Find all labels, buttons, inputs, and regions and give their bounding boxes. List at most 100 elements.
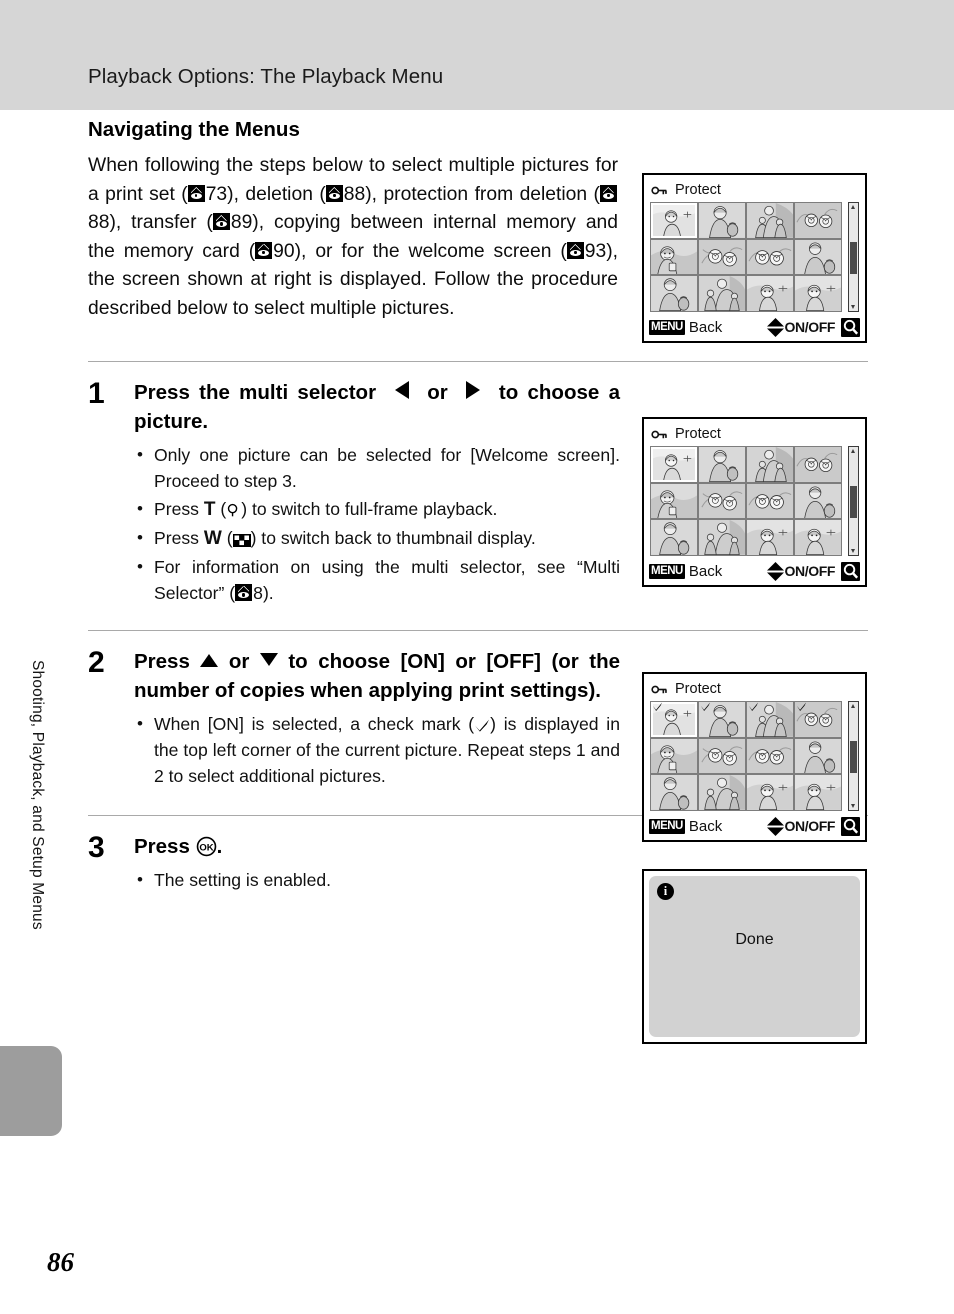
thumbnail-4[interactable] (651, 239, 697, 275)
step-1-body: Press the multi selector or to choose a … (134, 378, 620, 608)
thumbnail-2[interactable] (747, 702, 793, 737)
menu-button-badge[interactable]: MENU (649, 818, 685, 834)
thumbnail-11[interactable] (795, 520, 841, 555)
page-ref-icon (187, 184, 205, 202)
thumbnail-8[interactable] (651, 276, 697, 311)
intro-text-6: ), or for the welcome screen ( (294, 240, 567, 262)
intro-text-2: ), deletion ( (227, 183, 326, 205)
page-header-band (0, 0, 954, 110)
arrow-right-icon (466, 381, 481, 399)
magnifier-button-badge[interactable] (841, 317, 860, 337)
thumbnail-grid-icon (232, 534, 251, 547)
menu-button-badge[interactable]: MENU (649, 319, 685, 335)
updown-arrows-icon (766, 561, 784, 581)
scroll-down-arrow-icon[interactable] (851, 804, 855, 808)
thumbnail-7[interactable] (795, 239, 841, 275)
thumbnail-8[interactable] (651, 520, 697, 555)
scrollbar-thumb[interactable] (850, 485, 857, 519)
thumbnail-4[interactable] (651, 483, 697, 519)
thumbnail-9[interactable] (699, 520, 745, 555)
thumbnail-10[interactable] (747, 276, 793, 311)
step-2-bullets: When [ON] is selected, a check mark () i… (134, 711, 620, 789)
thumbnail-0[interactable] (651, 203, 697, 238)
svg-text:OK: OK (199, 842, 213, 853)
thumbnail-9[interactable] (699, 775, 745, 810)
thumbnail-5[interactable] (699, 483, 745, 519)
scroll-up-arrow-icon[interactable] (851, 449, 855, 453)
screen-2-title: Protect (675, 426, 721, 442)
thumbnail-5[interactable] (699, 239, 745, 275)
thumbnail-2[interactable] (747, 203, 793, 238)
thumbnail-3[interactable] (795, 447, 841, 482)
scroll-up-arrow-icon[interactable] (851, 704, 855, 708)
thumbnail-6[interactable] (747, 483, 793, 519)
screen-3-scrollbar[interactable] (848, 701, 859, 811)
key-icon (651, 186, 667, 194)
menu-button-badge[interactable]: MENU (649, 563, 685, 579)
magnifier-button-badge[interactable] (841, 816, 860, 836)
thumbnail-0[interactable] (651, 702, 697, 737)
protect-screen-2: Protect MENU Back ON/OFF (642, 417, 867, 587)
scrollbar-thumb[interactable] (850, 241, 857, 275)
thumbnail-7[interactable] (795, 483, 841, 519)
thumbnail-6[interactable] (747, 738, 793, 774)
intro-text-3: ), protection from deletion ( (365, 183, 600, 205)
scroll-down-arrow-icon[interactable] (851, 305, 855, 309)
step-3-title-b: . (216, 835, 223, 858)
step-1-bullet-4: For information on using the multi selec… (134, 554, 620, 606)
step-1-title-a: Press the multi selector (134, 381, 377, 404)
step-2-title-a: Press (134, 650, 190, 673)
screen-1-thumbnail-grid[interactable] (650, 202, 842, 312)
thumbnail-10[interactable] (747, 775, 793, 810)
back-label: Back (688, 817, 723, 835)
screen-3-title-row: Protect (651, 679, 721, 699)
back-label: Back (688, 318, 723, 336)
thumbnail-5[interactable] (699, 738, 745, 774)
screen-2-thumbnail-grid[interactable] (650, 446, 842, 556)
check-mark-icon (652, 702, 663, 711)
step-1-b4-ref: 8 (253, 583, 263, 603)
screen-3-title: Protect (675, 681, 721, 697)
onoff-label: ON/OFF (784, 563, 836, 579)
arrow-down-icon (259, 653, 278, 666)
thumbnail-7[interactable] (795, 738, 841, 774)
thumbnail-8[interactable] (651, 775, 697, 810)
magnifier-icon (228, 503, 238, 517)
section-tab-marker (0, 1046, 62, 1136)
scroll-down-arrow-icon[interactable] (851, 549, 855, 553)
thumbnail-1[interactable] (699, 447, 745, 482)
thumbnail-3[interactable] (795, 702, 841, 737)
intro-ref-6: 93 (584, 240, 607, 262)
scrollbar-thumb[interactable] (850, 740, 857, 774)
check-mark-icon (475, 719, 490, 732)
info-icon: i (657, 883, 674, 900)
thumbnail-11[interactable] (795, 276, 841, 311)
section-vertical-label: Shooting, Playback, and Setup Menus (29, 660, 46, 930)
thumbnail-9[interactable] (699, 276, 745, 311)
scroll-up-arrow-icon[interactable] (851, 205, 855, 209)
intro-ref-5: 90 (273, 240, 295, 262)
intro-paragraph-block: When following the steps below to select… (88, 152, 618, 323)
thumbnail-4[interactable] (651, 738, 697, 774)
screen-1-scrollbar[interactable] (848, 202, 859, 312)
thumbnail-2[interactable] (747, 447, 793, 482)
thumbnail-11[interactable] (795, 775, 841, 810)
back-label: Back (688, 562, 723, 580)
thumbnail-1[interactable] (699, 203, 745, 238)
thumbnail-6[interactable] (747, 239, 793, 275)
screen-2-scrollbar[interactable] (848, 446, 859, 556)
magnifier-button-badge[interactable] (841, 561, 860, 581)
screen-3-thumbnail-grid[interactable] (650, 701, 842, 811)
page-ref-icon (212, 213, 230, 230)
step-2-b1-pre: When [ON] is selected, a check mark ( (154, 714, 475, 734)
check-mark-icon (700, 702, 711, 711)
step-2-title: Press or to choose [ON] or [OFF] (or the… (134, 647, 620, 705)
step-2-bullet-1: When [ON] is selected, a check mark () i… (134, 711, 620, 789)
thumbnail-0[interactable] (651, 447, 697, 482)
thumbnail-3[interactable] (795, 203, 841, 238)
step-1-title-or: or (427, 381, 448, 404)
thumbnail-10[interactable] (747, 520, 793, 555)
screen-1-title-row: Protect (651, 180, 721, 200)
updown-arrows-icon (766, 816, 784, 836)
thumbnail-1[interactable] (699, 702, 745, 737)
